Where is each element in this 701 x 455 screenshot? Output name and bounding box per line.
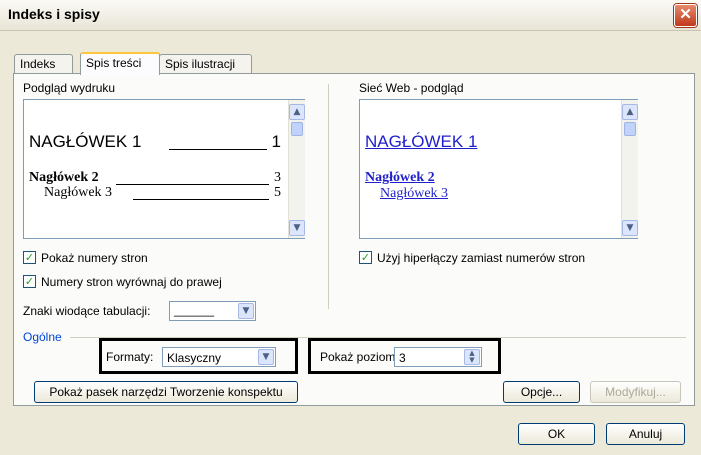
print-heading1: NAGŁÓWEK 1 (29, 132, 142, 151)
scroll-down-icon[interactable]: ▼ (289, 220, 305, 236)
show-page-numbers-checkbox[interactable]: ✓ (23, 251, 36, 264)
chevron-down-icon[interactable]: ▼ (238, 303, 254, 319)
print-heading3: Nagłówek 3 (44, 185, 113, 200)
formats-value: Klasyczny (167, 351, 222, 365)
web-heading2[interactable]: Nagłówek 2 (365, 170, 435, 186)
print-heading1-page: 1 (271, 132, 281, 151)
divider (328, 84, 329, 309)
dialog-window: Indeks i spisy ✕ Indeks Spis treści Spis… (0, 0, 701, 455)
leader-line (169, 149, 267, 150)
chevron-down-icon[interactable]: ▼ (258, 349, 274, 365)
print-heading2-row: Nagłówek 2 3 (29, 170, 281, 186)
options-button[interactable]: Opcje... (503, 381, 580, 403)
scroll-thumb[interactable] (291, 122, 303, 136)
print-heading2: Nagłówek 2 (29, 170, 99, 185)
web-heading1[interactable]: NAGŁÓWEK 1 (365, 132, 477, 152)
modify-button[interactable]: Modyfikuj... (590, 381, 681, 403)
web-heading3[interactable]: Nagłówek 3 (380, 186, 448, 202)
show-outline-toolbar-button[interactable]: Pokaż pasek narzędzi Tworzenie konspektu (34, 381, 298, 403)
scroll-up-icon[interactable]: ▲ (622, 104, 638, 120)
general-group-label: Ogólne (23, 330, 62, 344)
tab-leader-select[interactable]: ______ ▼ (169, 301, 256, 321)
scroll-thumb[interactable] (624, 122, 636, 136)
print-heading3-row: Nagłówek 3 5 (29, 185, 281, 201)
levels-spinner[interactable]: 3 ▲ ▼ (394, 347, 482, 367)
print-preview-scrollbar[interactable]: ▲ ▼ (288, 100, 305, 238)
align-page-numbers-checkbox[interactable]: ✓ (23, 275, 36, 288)
close-button[interactable]: ✕ (674, 4, 697, 27)
print-heading3-page: 5 (274, 185, 281, 200)
tab-leader-value: ______ (174, 303, 215, 317)
tab-spis-ilustracji[interactable]: Spis ilustracji (159, 54, 252, 73)
scroll-down-icon[interactable]: ▼ (622, 220, 638, 236)
align-page-numbers-label: Numery stron wyrównaj do prawej (41, 275, 222, 289)
tab-indeks[interactable]: Indeks (14, 54, 73, 73)
web-preview-label: Sieć Web - podgląd (359, 81, 464, 95)
spinner-arrows-icon[interactable]: ▲ ▼ (464, 349, 480, 365)
scroll-up-icon[interactable]: ▲ (289, 104, 305, 120)
show-page-numbers-label: Pokaż numery stron (41, 251, 148, 265)
tab-leader-label: Znaki wiodące tabulacji: (23, 304, 151, 318)
web-preview: NAGŁÓWEK 1 Nagłówek 2 Nagłówek 3 ▲ ▼ (359, 99, 638, 239)
close-icon: ✕ (679, 6, 692, 23)
title-bar: Indeks i spisy ✕ (0, 0, 701, 31)
web-preview-scrollbar[interactable]: ▲ ▼ (621, 100, 638, 238)
formats-label: Formaty: (106, 350, 154, 364)
use-hyperlinks-label: Użyj hiperłączy zamiast numerów stron (377, 251, 586, 265)
dialog-title: Indeks i spisy (8, 6, 100, 22)
print-preview-label: Podgląd wydruku (23, 81, 116, 95)
leader-line (133, 199, 269, 200)
print-heading2-page: 3 (274, 170, 281, 185)
print-preview: NAGŁÓWEK 1 1 Nagłówek 2 3 Nagłówek 3 5 ▲… (23, 99, 305, 239)
print-heading1-row: NAGŁÓWEK 1 1 (29, 132, 281, 152)
ok-button[interactable]: OK (518, 423, 595, 445)
formats-select[interactable]: Klasyczny ▼ (162, 347, 276, 367)
use-hyperlinks-checkbox[interactable]: ✓ (359, 251, 372, 264)
levels-label: Pokaż poziomy: (320, 350, 405, 364)
tab-panel: Podgląd wydruku NAGŁÓWEK 1 1 Nagłówek 2 … (13, 73, 695, 406)
tab-spis-tresci[interactable]: Spis treści (80, 52, 160, 75)
cancel-button[interactable]: Anuluj (606, 423, 685, 445)
levels-value: 3 (399, 351, 406, 365)
